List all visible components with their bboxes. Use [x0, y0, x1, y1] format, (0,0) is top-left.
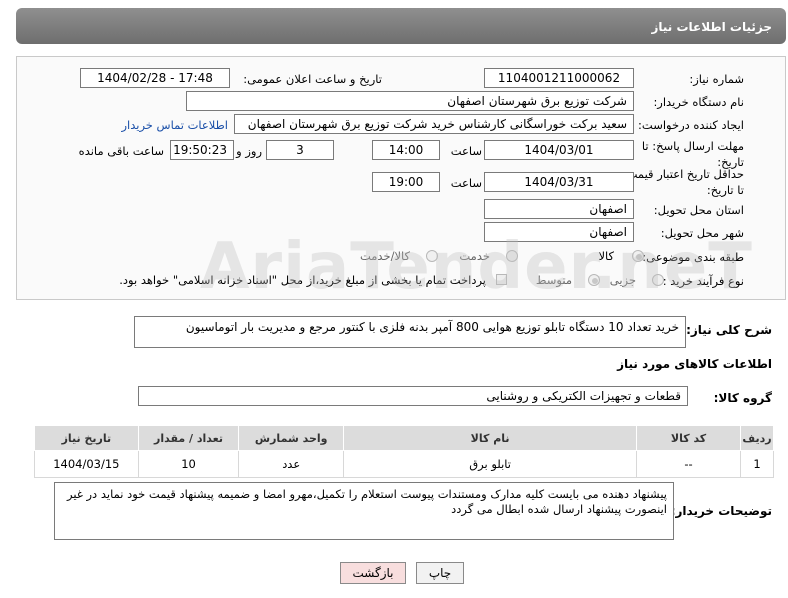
goods-section-title: اطلاعات کالاهای مورد نیاز [617, 357, 772, 371]
announce-label: تاریخ و ساعت اعلان عمومی: [243, 72, 382, 86]
validity-time-label: ساعت [450, 176, 482, 190]
goods-group-field[interactable]: قطعات و تجهیزات الکتریکی و روشنایی [138, 386, 688, 406]
notes-field[interactable]: پیشنهاد دهنده می بایست کلیه مدارک ومستند… [54, 482, 674, 540]
buyer-label: نام دستگاه خریدار: [653, 95, 744, 109]
announce-field[interactable]: 1404/02/28 - 17:48 [80, 68, 230, 88]
cell-qty: 10 [137, 450, 240, 478]
cell-date: 1404/03/15 [34, 450, 139, 478]
col-code: کد کالا [636, 425, 742, 451]
validity-time-field[interactable]: 19:00 [372, 172, 440, 192]
days-field[interactable]: 3 [266, 140, 334, 160]
cell-unit: عدد [238, 450, 345, 478]
days-label: روز و [236, 144, 262, 158]
watermark: AriaTender.neT [200, 230, 753, 304]
page-title: جزئیات اطلاعات نیاز [651, 20, 772, 34]
col-name: نام کالا [343, 425, 638, 451]
province-label: استان محل تحویل: [653, 203, 744, 217]
creator-label: ایجاد کننده درخواست: [638, 118, 744, 132]
col-unit: واحد شمارش [238, 425, 345, 451]
goods-table-header: ردیف کد کالا نام کالا واحد شمارش تعداد /… [34, 425, 774, 451]
goods-group-label: گروه کالا: [713, 391, 772, 405]
notes-label: توضیحات خریدار: [670, 504, 772, 518]
col-qty: تعداد / مقدار [137, 425, 240, 451]
cell-code: -- [636, 450, 742, 478]
remaining-time-field[interactable]: 19:50:23 [170, 140, 234, 160]
description-field[interactable]: خرید تعداد 10 دستگاه تابلو توزیع هوایی 8… [134, 316, 686, 348]
deadline-date-field[interactable]: 1404/03/01 [484, 140, 634, 160]
page-title-bar: جزئیات اطلاعات نیاز [16, 8, 786, 44]
creator-field[interactable]: سعید برکت خوراسگانی کارشناس خرید شرکت تو… [234, 114, 634, 134]
contact-buyer-link[interactable]: اطلاعات تماس خریدار [121, 118, 228, 132]
buyer-field[interactable]: شرکت توزیع برق شهرستان اصفهان [186, 91, 634, 111]
col-row: ردیف [740, 425, 774, 451]
print-button[interactable]: چاپ [416, 562, 464, 584]
cell-name: تابلو برق [343, 450, 638, 478]
table-row[interactable]: 1 -- تابلو برق عدد 10 1404/03/15 [34, 450, 774, 478]
remaining-label: ساعت باقی مانده [78, 144, 164, 158]
province-field[interactable]: اصفهان [484, 199, 634, 219]
need-number-field[interactable]: 1104001211000062 [484, 68, 634, 88]
col-date: تاریخ نیاز [34, 425, 139, 451]
description-label: شرح کلی نیاز: [686, 323, 772, 337]
back-button[interactable]: بازگشت [340, 562, 406, 584]
deadline-time-label: ساعت [450, 144, 482, 158]
need-number-label: شماره نیاز: [689, 72, 744, 86]
deadline-time-field[interactable]: 14:00 [372, 140, 440, 160]
cell-row: 1 [740, 450, 774, 478]
goods-table: ردیف کد کالا نام کالا واحد شمارش تعداد /… [34, 425, 774, 478]
validity-date-field[interactable]: 1404/03/31 [484, 172, 634, 192]
